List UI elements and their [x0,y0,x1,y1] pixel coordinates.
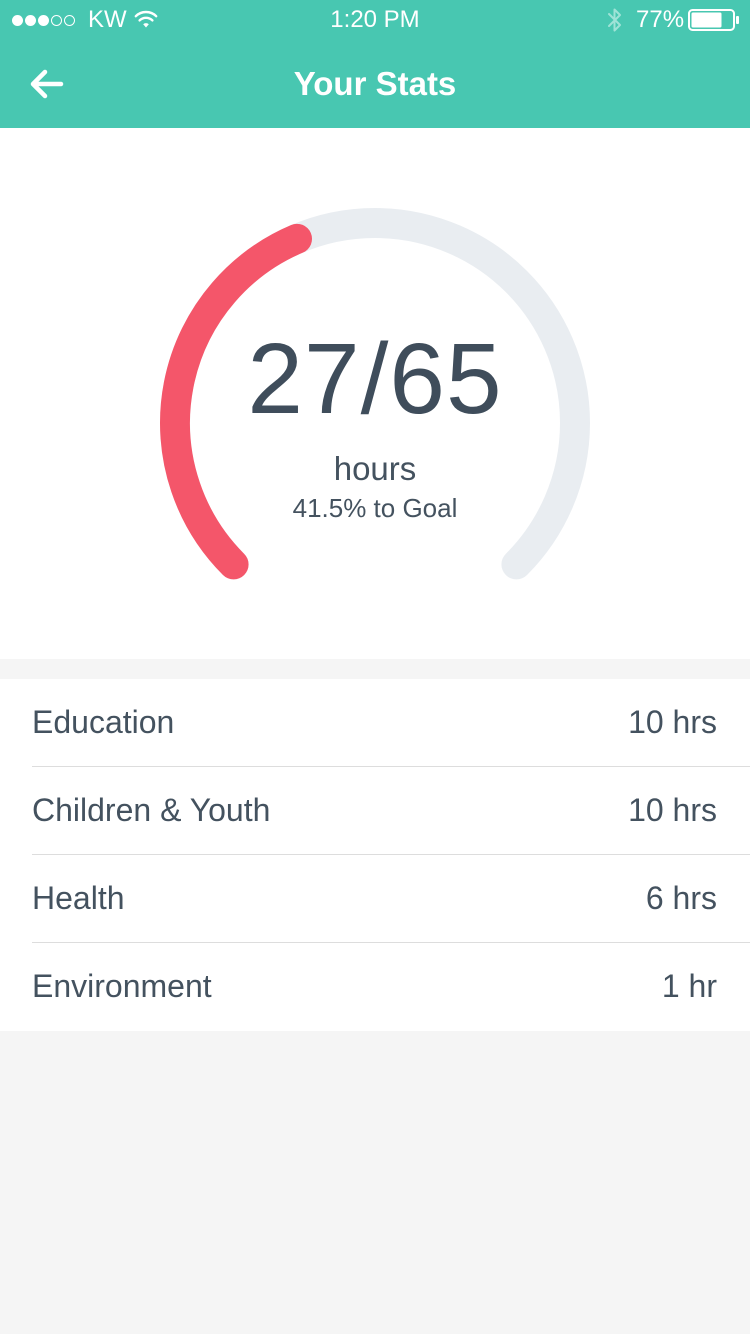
header: KW 1:20 PM 77% Your Stats [0,0,750,128]
progress-gauge-card: 27/65 hours 41.5% to Goal [0,128,750,659]
hours-unit-label: hours [333,450,417,487]
page-title: Your Stats [293,65,457,102]
category-label: Health [32,880,125,916]
category-row-children-youth[interactable]: Children & Youth 10 hrs [32,767,750,855]
status-bar: KW 1:20 PM 77% [0,0,750,40]
battery-percent: 77% [636,6,685,33]
hours-total: 27/65 [247,323,503,435]
category-hours: 6 hrs [645,880,717,916]
battery-icon [688,9,739,31]
category-hours: 1 hr [661,968,717,1004]
category-row-environment[interactable]: Environment 1 hr [32,943,750,1031]
category-row-health[interactable]: Health 6 hrs [32,855,750,943]
bluetooth-icon [608,8,621,32]
stats-screen: KW 1:20 PM 77% Your Stats 27/65 hours 41… [0,0,750,1334]
category-row-education[interactable]: Education 10 hrs [32,679,750,767]
category-hours: 10 hrs [628,704,717,740]
battery-level-fill [691,12,722,28]
category-label: Children & Youth [32,792,271,828]
goal-percentage: 41.5% to Goal [292,493,458,523]
category-label: Education [32,704,175,740]
category-list: Education 10 hrs Children & Youth 10 hrs… [0,679,750,1031]
category-label: Environment [32,968,212,1004]
category-hours: 10 hrs [628,792,717,828]
